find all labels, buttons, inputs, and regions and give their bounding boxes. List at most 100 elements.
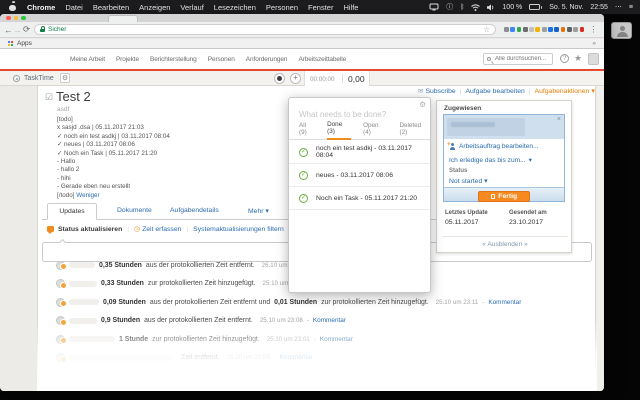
nav-anforderungen[interactable]: Anforderungen [246, 56, 288, 63]
edit-assignment-link[interactable]: + Arbeitsauftrag bearbeiten... [449, 143, 539, 150]
subscribe-link[interactable]: ✉ Subscribe [418, 87, 456, 95]
apple-menu-icon[interactable] [9, 2, 17, 11]
todo-item[interactable]: ✓ Noch ein Task - 05.11.2017 21:20 [289, 187, 430, 210]
extension-icon[interactable] [561, 27, 566, 32]
help-icon[interactable]: ? [560, 54, 569, 63]
bluetooth-icon[interactable]: ᛒ [460, 4, 464, 11]
timer-settings-icon[interactable]: ⚙ [60, 73, 70, 83]
avatar-clock-icon [56, 353, 65, 362]
background-user-avatar[interactable] [611, 22, 632, 39]
edit-task-link[interactable]: Aufgabe bearbeiten [465, 88, 524, 95]
redacted-assignee-name [451, 122, 495, 127]
menu-personen[interactable]: Personen [266, 3, 298, 12]
reload-button[interactable]: ⟳ [22, 24, 31, 35]
menu-fenster[interactable]: Fenster [308, 3, 333, 12]
done-button[interactable]: Fertig [478, 191, 530, 202]
extension-icon[interactable] [504, 27, 509, 32]
tab-open[interactable]: Open (4) [363, 126, 387, 139]
nav-projekte[interactable]: Projekte [116, 56, 139, 63]
tab-all[interactable]: All (9) [299, 126, 315, 139]
menu-hilfe[interactable]: Hilfe [343, 3, 358, 12]
comment-link[interactable]: Kommentar [313, 317, 346, 324]
extension-icon[interactable] [529, 27, 534, 32]
chrome-menu-icon[interactable]: ⋮ [589, 25, 597, 34]
browser-tab[interactable] [108, 15, 138, 22]
display-icon[interactable] [429, 3, 439, 11]
record-button[interactable] [274, 73, 285, 84]
notification-center-icon[interactable]: ≡ [629, 4, 633, 11]
tab-done[interactable]: Done (3) [327, 126, 351, 140]
hide-panel-link[interactable]: « Ausblenden » [437, 241, 573, 248]
nav-arbeitszeittabelle[interactable]: Arbeitszeittabelle [298, 56, 346, 63]
menu-datei[interactable]: Datei [65, 3, 83, 12]
extension-icon[interactable] [517, 27, 522, 32]
todo-item[interactable]: ✓ neues - 03.11.2017 08:06 [289, 164, 430, 187]
menu-verlauf[interactable]: Verlauf [180, 3, 203, 12]
tab-aufgabendetails[interactable]: Aufgabendetails [170, 207, 219, 214]
menu-bearbeiten[interactable]: Bearbeiten [93, 3, 129, 12]
close-window-button[interactable] [6, 16, 11, 21]
add-timer-button[interactable]: + [290, 73, 301, 84]
extension-icon[interactable] [523, 27, 528, 32]
filter-updates-link[interactable]: Systemaktualisierungen filtern [193, 226, 284, 233]
bookmarks-overflow-icon[interactable]: » [592, 40, 596, 47]
tasktime-icon [13, 75, 20, 82]
search-input[interactable] [493, 55, 549, 63]
separator: - [482, 299, 484, 306]
description-line: ✓ neues | 03.11.2017 08:06 [57, 141, 170, 149]
menu-lesezeichen[interactable]: Lesezeichen [214, 3, 256, 12]
new-todo-input[interactable] [297, 108, 424, 120]
check-circle-icon[interactable]: ✓ [299, 148, 308, 157]
window-titlebar[interactable] [0, 14, 604, 22]
extension-icon[interactable] [542, 27, 547, 32]
extension-icon[interactable] [554, 27, 559, 32]
menu-chrome[interactable]: Chrome [27, 3, 55, 12]
close-icon[interactable]: × [557, 116, 561, 123]
volume-icon[interactable] [487, 4, 495, 11]
check-circle-icon[interactable]: ✓ [299, 194, 308, 203]
todo-item[interactable]: ✓ noch ein test asdkj - 03.11.2017 08:04 [289, 141, 430, 164]
task-actions-menu[interactable]: Aufgabenaktionen ▾ [535, 87, 595, 95]
menubar-time[interactable]: 22:55 [590, 4, 608, 11]
extension-icon[interactable] [573, 27, 578, 32]
zoom-window-button[interactable] [21, 16, 26, 21]
nav-personen[interactable]: Personen [208, 56, 235, 63]
tab-deleted[interactable]: Deleted (2) [399, 126, 430, 139]
comment-link[interactable]: Kommentar [320, 336, 353, 343]
track-time-link[interactable]: ◷ Zeit erfassen [134, 225, 181, 233]
back-button[interactable]: ← [4, 25, 13, 35]
siri-icon[interactable]: ⋯ [615, 3, 622, 11]
separator: | [127, 226, 129, 233]
due-date-link[interactable]: Ich erledige das bis zum... ▾ [449, 156, 532, 164]
tab-updates[interactable]: Updates [47, 203, 97, 220]
global-search[interactable] [483, 53, 553, 65]
profile-avatar[interactable] [588, 53, 599, 65]
tab-dokumente[interactable]: Dokumente [117, 207, 152, 214]
extension-icon[interactable] [548, 27, 553, 32]
check-circle-icon[interactable]: ✓ [299, 171, 308, 180]
comment-link[interactable]: Kommentar [280, 354, 313, 361]
favorites-star-icon[interactable]: ★ [574, 53, 582, 64]
page-scrollbar[interactable] [597, 86, 603, 391]
bookmark-apps[interactable]: Apps [17, 40, 32, 47]
bookmark-star-icon[interactable]: ☆ [483, 26, 490, 34]
nav-meine-arbeit[interactable]: Meine Arbeit [70, 56, 105, 63]
wifi-icon[interactable] [471, 4, 480, 11]
tab-mehr[interactable]: Mehr ▾ [248, 207, 269, 215]
extension-icon[interactable] [580, 27, 585, 32]
extension-icon[interactable] [567, 27, 572, 32]
battery-icon[interactable] [529, 4, 542, 10]
info-circle-icon[interactable]: ⓘ [446, 2, 453, 12]
extension-icon[interactable] [535, 27, 540, 32]
forward-button[interactable]: → [13, 25, 22, 35]
status-value-link[interactable]: Not started ▾ [449, 177, 488, 185]
update-status-button[interactable]: Status aktualisieren [58, 226, 122, 233]
nav-berichterstellung[interactable]: Berichterstellung [150, 56, 197, 63]
menu-anzeigen[interactable]: Anzeigen [139, 3, 170, 12]
menubar-date[interactable]: So. 5. Nov. [549, 4, 583, 11]
minimize-window-button[interactable] [14, 16, 19, 21]
show-less-link[interactable]: Weniger [76, 192, 99, 199]
comment-link[interactable]: Kommentar [488, 299, 521, 306]
extension-icon[interactable] [510, 27, 515, 32]
address-bar[interactable]: Sicher ☆ [34, 24, 496, 35]
